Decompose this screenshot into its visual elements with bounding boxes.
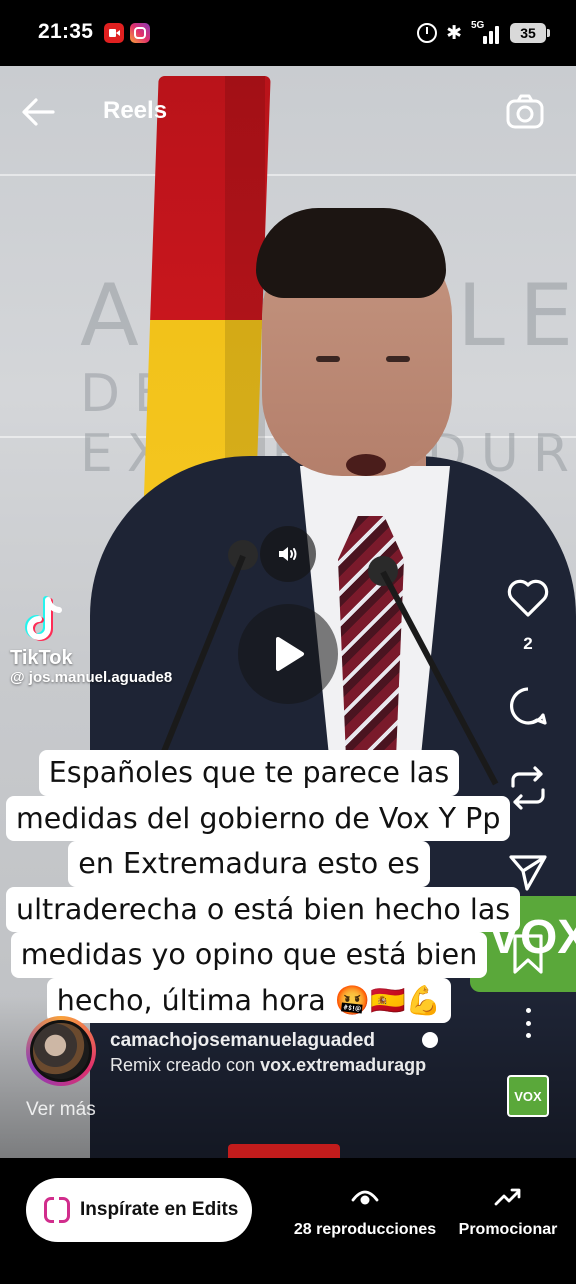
status-bar: 21:35 ✱ 5G 35 — [0, 0, 576, 66]
views-button[interactable]: 28 reproducciones — [290, 1186, 440, 1239]
tiktok-logo-icon — [25, 596, 62, 641]
like-count: 2 — [523, 634, 533, 653]
speaker-eye — [386, 356, 410, 362]
avatar[interactable] — [26, 1016, 96, 1086]
caption-line-last: hecho, última hora 🤬🇪🇸💪 — [46, 977, 452, 1023]
save-button[interactable] — [504, 930, 552, 978]
caption-line: medidas del gobierno de Vox Y Pp — [6, 795, 511, 841]
alarm-icon — [417, 23, 438, 43]
edits-button[interactable]: Inspírate en Edits — [26, 1178, 252, 1242]
speaker-icon — [279, 547, 297, 561]
bookmark-icon — [513, 934, 543, 974]
promote-button[interactable]: Promocionar — [456, 1186, 560, 1239]
edits-icon — [44, 1197, 70, 1223]
tiktok-watermark: TikTok — [10, 647, 73, 669]
mute-button[interactable] — [260, 526, 316, 582]
caption-emojis: 🤬🇪🇸💪 — [334, 983, 442, 1017]
microphone — [228, 540, 258, 570]
battery-icon: 35 — [510, 23, 550, 43]
bottom-bar: Inspírate en Edits 28 reproducciones Pro… — [0, 1158, 576, 1284]
page-title: Reels — [103, 97, 168, 124]
play-icon — [276, 637, 304, 671]
views-label: 28 reproducciones — [293, 1221, 437, 1238]
back-arrow-icon[interactable] — [20, 94, 56, 130]
play-button[interactable] — [238, 604, 338, 704]
eye-icon — [351, 1190, 379, 1205]
tiktok-handle: @ jos.manuel.aguade8 — [10, 669, 173, 686]
heart-icon — [507, 579, 549, 617]
video-app-icon — [104, 23, 124, 43]
speaker-eye — [316, 356, 340, 362]
remix-button[interactable] — [504, 764, 552, 812]
comment-icon — [509, 687, 547, 725]
remix-credit[interactable]: Remix creado con vox.extremaduragp — [110, 1055, 426, 1076]
caption-line: hecho, última hora — [56, 983, 326, 1017]
remix-source[interactable]: vox.extremaduragp — [260, 1055, 426, 1075]
trending-up-icon — [494, 1188, 521, 1206]
verified-icon — [422, 1032, 438, 1048]
video-caption: Españoles que te parece las medidas del … — [6, 750, 521, 1023]
wall-stripe — [0, 174, 576, 176]
camera-icon[interactable] — [506, 94, 544, 130]
instagram-icon — [130, 23, 150, 43]
status-icons: ✱ 5G 35 — [417, 20, 550, 46]
see-more-link[interactable]: Ver más — [26, 1099, 96, 1121]
caption-line: medidas yo opino que está bien — [10, 932, 488, 978]
bluetooth-icon: ✱ — [446, 22, 462, 44]
repost-icon — [511, 766, 545, 810]
author-username[interactable]: camachojosemanuelaguaded — [110, 1030, 375, 1052]
caption-line: en Extremadura esto es — [68, 841, 430, 887]
speaker-mouth — [346, 454, 386, 476]
remix-prefix: Remix creado con — [110, 1055, 256, 1075]
audio-thumbnail[interactable]: VOX — [507, 1075, 549, 1117]
more-options-icon[interactable] — [524, 1008, 532, 1038]
signal-icon: 5G — [471, 20, 501, 44]
caption-line: Españoles que te parece las — [38, 750, 460, 796]
like-button[interactable] — [504, 574, 552, 622]
podium-strip — [228, 1144, 340, 1158]
edits-label: Inspírate en Edits — [80, 1199, 239, 1220]
network-type: 5G — [471, 20, 485, 31]
speaker-hair — [256, 208, 446, 298]
promote-label: Promocionar — [458, 1221, 558, 1238]
status-time: 21:35 — [38, 20, 94, 43]
comment-button[interactable] — [504, 682, 552, 730]
caption-line: ultraderecha o está bien hecho las — [6, 886, 521, 932]
